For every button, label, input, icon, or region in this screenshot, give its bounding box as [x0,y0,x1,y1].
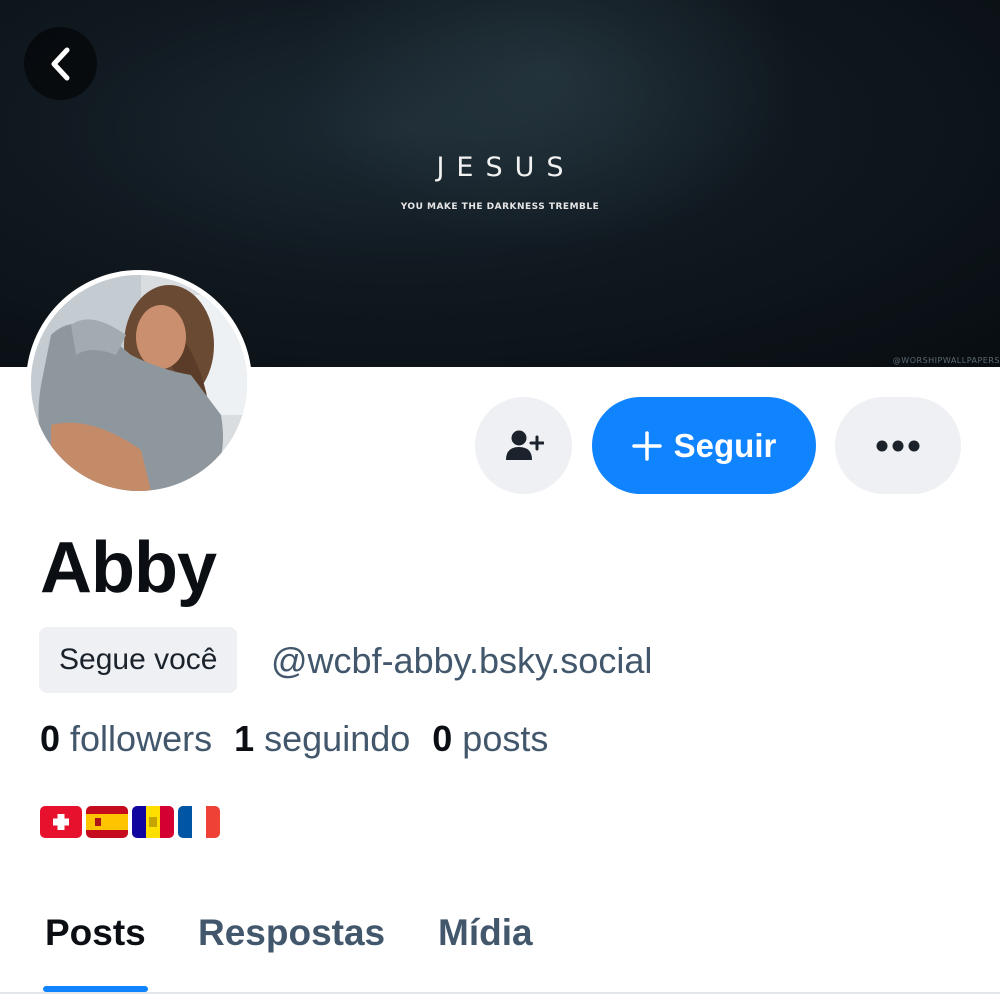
switzerland-flag-icon [40,806,82,838]
followers-stat[interactable]: 0 followers [40,718,212,760]
profile-handle: @wcbf-abby.bsky.social [271,640,653,681]
chevron-left-icon [51,47,69,80]
following-count: 1 [234,718,255,759]
avatar-image [31,275,247,491]
person-plus-icon [505,430,544,460]
follow-button-label: Seguir [673,426,777,464]
banner-mist [300,0,800,250]
banner-subtitle: YOU MAKE THE DARKNESS TREMBLE [400,202,600,212]
banner-title: JESUS [436,152,576,183]
follows-you-badge: Segue você [39,627,238,693]
following-stat[interactable]: 1 seguindo [234,718,410,760]
france-flag-icon [178,806,220,838]
tab-posts[interactable]: Posts [45,912,146,954]
avatar[interactable] [26,270,252,496]
profile-stats: 0 followers 1 seguindo 0 posts [40,718,548,760]
andorra-flag-icon [132,806,174,838]
bio-flags [40,806,220,838]
posts-label: posts [462,718,549,759]
posts-stat: 0 posts [432,718,548,760]
follow-button[interactable]: Seguir [592,397,816,494]
ellipsis-icon [876,440,920,451]
back-button[interactable] [24,27,97,100]
spain-flag-icon [86,806,128,838]
tab-media[interactable]: Mídia [438,912,533,954]
more-options-button[interactable] [835,397,961,494]
following-label: seguindo [264,718,411,759]
display-name: Abby [40,528,217,608]
add-to-list-button[interactable] [475,397,572,494]
banner-watermark: @WORSHIPWALLPAPERS [892,356,1000,365]
plus-icon [631,430,662,461]
followers-label: followers [70,718,213,759]
posts-count: 0 [432,718,453,759]
tab-replies[interactable]: Respostas [198,912,385,954]
followers-count: 0 [40,718,61,759]
follows-you-label: Segue você [59,643,218,676]
profile-tabs: Posts Respostas Mídia [0,912,1000,1000]
tabs-divider [0,992,1000,994]
